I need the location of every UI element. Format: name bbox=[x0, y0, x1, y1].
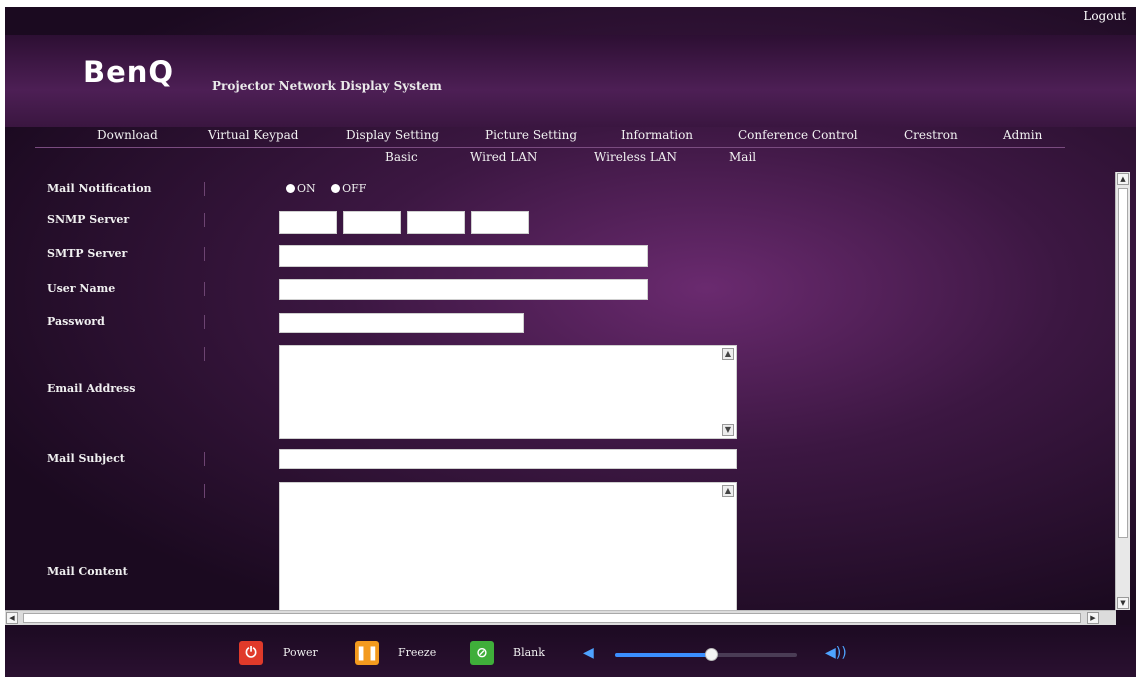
smtp-server-label: SMTP Server bbox=[47, 247, 128, 260]
vertical-scrollbar[interactable]: ▲ ▼ bbox=[1115, 172, 1130, 610]
scroll-thumb[interactable] bbox=[1118, 188, 1128, 538]
power-icon[interactable]: ⏻ bbox=[239, 641, 263, 665]
volume-slider[interactable] bbox=[615, 648, 797, 661]
subnav-mail[interactable]: Mail bbox=[729, 150, 756, 164]
blank-label[interactable]: Blank bbox=[513, 646, 545, 659]
nav-display-setting[interactable]: Display Setting bbox=[346, 128, 439, 142]
freeze-icon[interactable]: ❚❚ bbox=[355, 641, 379, 665]
password-label: Password bbox=[47, 315, 105, 328]
separator bbox=[204, 452, 205, 466]
smtp-server-input[interactable] bbox=[279, 245, 648, 267]
nav-admin[interactable]: Admin bbox=[1003, 128, 1042, 142]
mail-subject-label: Mail Subject bbox=[47, 452, 125, 465]
power-label[interactable]: Power bbox=[283, 646, 318, 659]
snmp-octet-3-input[interactable] bbox=[407, 211, 465, 234]
volume-down-icon[interactable]: ◀ bbox=[583, 645, 594, 661]
nav-picture-setting[interactable]: Picture Setting bbox=[485, 128, 577, 142]
user-name-label: User Name bbox=[47, 282, 116, 295]
logout-link[interactable]: Logout bbox=[1083, 9, 1126, 23]
separator bbox=[204, 182, 205, 196]
email-address-textarea[interactable]: ▲ ▼ bbox=[279, 345, 737, 439]
nav-divider bbox=[35, 147, 1065, 148]
mail-content-textarea[interactable]: ▲ bbox=[279, 482, 737, 610]
radio-on-label: ON bbox=[297, 181, 316, 195]
snmp-octet-2-input[interactable] bbox=[343, 211, 401, 234]
app-frame: Logout BenQ Projector Network Display Sy… bbox=[5, 7, 1136, 677]
snmp-octet-1-input[interactable] bbox=[279, 211, 337, 234]
sub-nav: Basic Wired LAN Wireless LAN Mail bbox=[5, 150, 1136, 170]
separator bbox=[204, 282, 205, 296]
subnav-wireless-lan[interactable]: Wireless LAN bbox=[594, 150, 677, 164]
nav-conference-control[interactable]: Conference Control bbox=[738, 128, 858, 142]
snmp-server-label: SNMP Server bbox=[47, 213, 130, 226]
user-name-input[interactable] bbox=[279, 279, 648, 300]
password-input[interactable] bbox=[279, 313, 524, 333]
separator bbox=[204, 484, 205, 498]
scroll-right-icon[interactable]: ▶ bbox=[1087, 612, 1099, 624]
scroll-up-icon[interactable]: ▲ bbox=[722, 348, 734, 360]
header-band bbox=[5, 35, 1136, 127]
blank-icon[interactable]: ⊘ bbox=[470, 641, 494, 665]
radio-on[interactable] bbox=[286, 183, 295, 193]
snmp-octet-4-input[interactable] bbox=[471, 211, 529, 234]
volume-slider-knob[interactable] bbox=[705, 648, 719, 661]
scroll-left-icon[interactable]: ◀ bbox=[6, 612, 18, 624]
mail-settings-form: Mail Notification ON OFF SNMP Server SMT… bbox=[5, 172, 1116, 610]
scroll-up-icon[interactable]: ▲ bbox=[1117, 173, 1129, 185]
scroll-down-icon[interactable]: ▼ bbox=[722, 424, 734, 436]
subnav-basic[interactable]: Basic bbox=[385, 150, 418, 164]
app-subtitle: Projector Network Display System bbox=[212, 79, 442, 93]
scroll-thumb[interactable] bbox=[23, 613, 1081, 623]
nav-virtual-keypad[interactable]: Virtual Keypad bbox=[208, 128, 298, 142]
nav-crestron[interactable]: Crestron bbox=[904, 128, 958, 142]
radio-off[interactable] bbox=[331, 183, 341, 193]
mail-subject-input[interactable] bbox=[279, 449, 737, 469]
separator bbox=[204, 347, 205, 361]
mail-notification-label: Mail Notification bbox=[47, 182, 152, 195]
email-address-label: Email Address bbox=[47, 382, 136, 395]
benq-logo: BenQ bbox=[83, 55, 175, 89]
separator bbox=[204, 315, 205, 329]
volume-slider-fill bbox=[615, 653, 712, 657]
main-nav: Download Virtual Keypad Display Setting … bbox=[5, 128, 1136, 148]
scroll-down-icon[interactable]: ▼ bbox=[1117, 597, 1129, 609]
nav-download[interactable]: Download bbox=[97, 128, 158, 142]
control-bar: ⏻ Power ❚❚ Freeze ⊘ Blank ◀ ◀)) bbox=[5, 625, 1136, 677]
scroll-up-icon[interactable]: ▲ bbox=[722, 485, 734, 497]
horizontal-scrollbar[interactable]: ◀ ▶ bbox=[5, 610, 1116, 625]
volume-up-icon[interactable]: ◀)) bbox=[825, 645, 847, 661]
radio-off-label: OFF bbox=[342, 181, 367, 195]
mail-content-label: Mail Content bbox=[47, 565, 128, 578]
separator bbox=[204, 247, 205, 261]
subnav-wired-lan[interactable]: Wired LAN bbox=[470, 150, 537, 164]
nav-information[interactable]: Information bbox=[621, 128, 693, 142]
freeze-label[interactable]: Freeze bbox=[398, 646, 436, 659]
separator bbox=[204, 213, 205, 227]
mail-notification-radios: ON OFF bbox=[286, 181, 378, 195]
